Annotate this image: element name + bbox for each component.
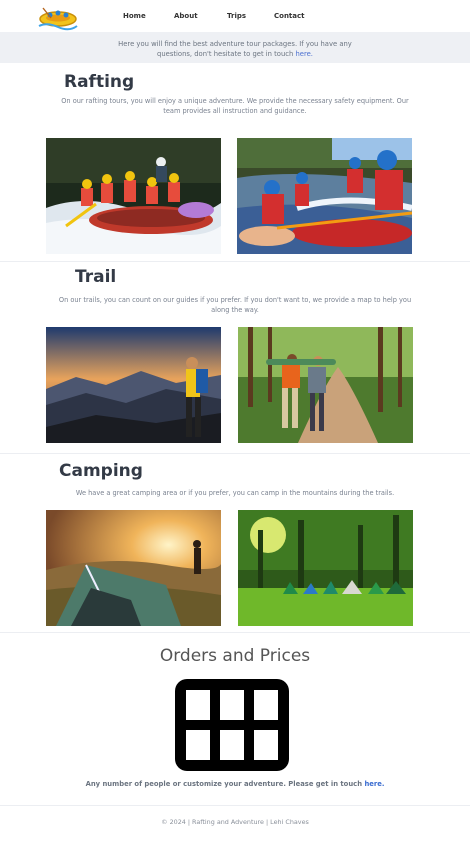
section-divider (0, 261, 470, 262)
nav-trips-link[interactable]: Trips (227, 12, 246, 20)
rafting-photo-2 (237, 138, 412, 254)
trail-title: Trail (75, 267, 117, 287)
trail-description: On our trails, you can count on our guid… (0, 295, 470, 315)
orders-note-text: Any number of people or customize your a… (85, 780, 363, 788)
orders-contact-link[interactable]: here. (364, 780, 384, 788)
nav-home-link[interactable]: Home (123, 12, 146, 20)
rafting-description: On our rafting tours, you will enjoy a u… (0, 96, 470, 116)
orders-note: Any number of people or customize your a… (0, 780, 470, 788)
rafting-photo-1 (46, 138, 221, 254)
orders-title: Orders and Prices (159, 646, 311, 666)
camping-photo-1 (46, 510, 221, 626)
trail-desc-line-1: On our trails, you can count on our guid… (58, 296, 412, 304)
rafting-raft-logo-icon[interactable] (37, 4, 79, 32)
section-divider (0, 453, 470, 454)
trail-photo-1 (46, 327, 221, 443)
top-navbar: Home About Trips Contact (0, 0, 470, 32)
rafting-desc-line-1: On our rafting tours, you will enjoy a u… (61, 97, 409, 105)
trail-photo-2 (238, 327, 413, 443)
section-divider (0, 632, 470, 633)
banner-line-1: Here you will find the best adventure to… (118, 40, 352, 48)
trail-desc-line-2: along the way. (211, 306, 259, 314)
camping-photo-2 (238, 510, 413, 626)
camping-description: We have a great camping area or if you p… (0, 488, 470, 498)
footer (0, 805, 470, 847)
table-grid-icon (175, 679, 289, 771)
camping-desc-line-1: We have a great camping area or if you p… (75, 489, 395, 497)
rafting-desc-line-2: team provides all instruction and guidan… (163, 107, 307, 115)
nav-contact-link[interactable]: Contact (274, 12, 305, 20)
nav-about-link[interactable]: About (174, 12, 198, 20)
footer-copyright: © 2024 | Rafting and Adventure | Lehi Ch… (161, 818, 309, 826)
banner-line-2: questions, don't hesitate to get in touc… (0, 49, 470, 59)
camping-title: Camping (59, 461, 143, 481)
banner-line-2-text: questions, don't hesitate to get in touc… (157, 50, 294, 58)
banner-contact-link[interactable]: here. (295, 50, 312, 58)
intro-banner: Here you will find the best adventure to… (0, 32, 470, 63)
rafting-title: Rafting (64, 72, 135, 92)
